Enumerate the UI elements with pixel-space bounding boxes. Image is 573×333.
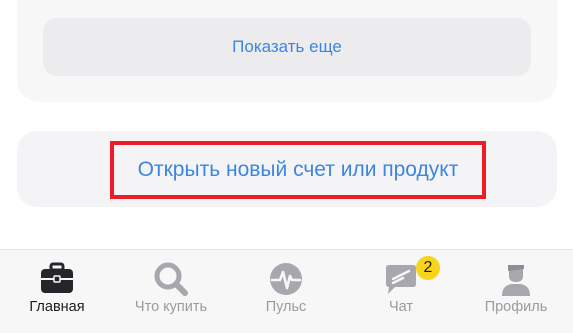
briefcase-icon <box>41 262 73 293</box>
tab-chat[interactable]: Чат <box>344 250 458 333</box>
tab-home[interactable]: Главная <box>0 250 114 333</box>
chat-unread-badge: 2 <box>416 256 440 280</box>
pulse-icon <box>270 263 302 295</box>
open-new-account-button[interactable]: Открыть новый счет или продукт <box>110 141 486 199</box>
bottom-tab-bar: Главная Что купить Пульс Чат Профиль <box>0 249 573 333</box>
tab-chat-label: Чат <box>388 299 414 315</box>
tab-what-to-buy[interactable]: Что купить <box>114 250 228 333</box>
tab-pulse-label: Пульс <box>265 299 307 315</box>
show-more-button[interactable]: Показать еще <box>43 18 531 76</box>
tab-profile[interactable]: Профиль <box>459 250 573 333</box>
tab-what-to-buy-label: Что купить <box>134 299 208 315</box>
search-icon <box>154 262 188 296</box>
chat-icon <box>386 265 416 294</box>
tab-pulse[interactable]: Пульс <box>229 250 343 333</box>
tab-profile-label: Профиль <box>484 299 548 315</box>
profile-icon <box>502 265 530 296</box>
tab-home-label: Главная <box>29 299 85 315</box>
